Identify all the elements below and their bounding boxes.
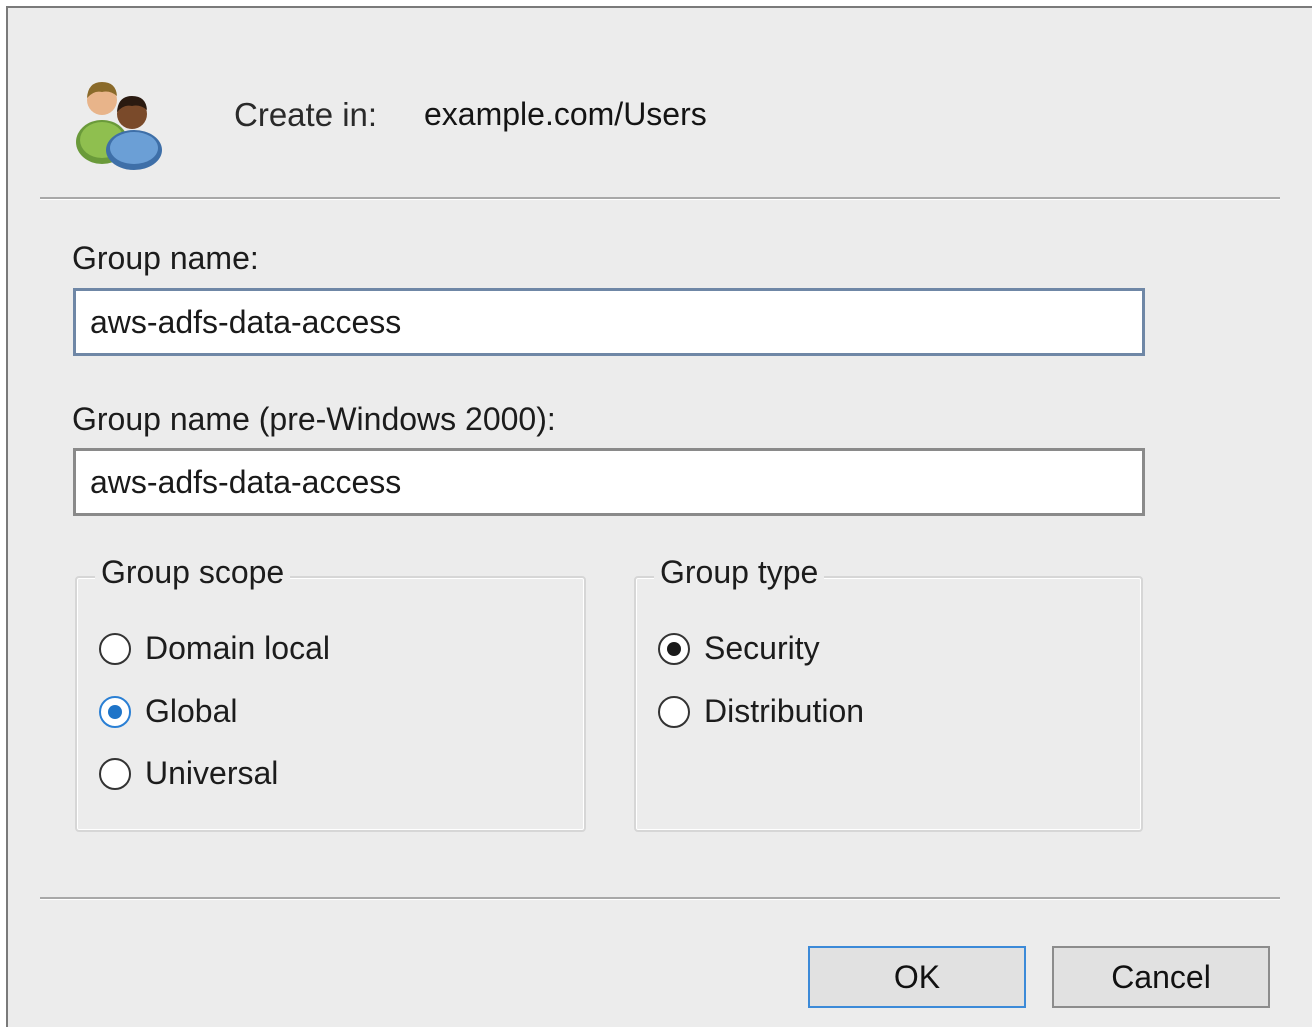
cancel-button[interactable]: Cancel [1052,946,1270,1008]
create-in-path: example.com/Users [424,96,707,132]
type-distribution-radio[interactable]: Distribution [658,693,864,730]
group-name-pre2000-input[interactable] [73,448,1145,516]
scope-universal-radio[interactable]: Universal [99,755,278,792]
radio-checked-icon [658,632,690,665]
scope-domain-local-radio[interactable]: Domain local [99,630,330,667]
scope-global-radio[interactable]: Global [99,693,238,730]
group-name-input[interactable] [73,288,1145,356]
footer-divider [40,897,1280,900]
radio-label: Distribution [704,693,865,729]
header-divider [40,197,1280,200]
radio-label: Domain local [145,630,330,666]
create-in-label: Create in: [234,96,378,133]
radio-unchecked-icon [99,632,131,665]
radio-label: Universal [145,755,279,791]
new-object-group-dialog: Create in: example.com/Users Group name:… [6,6,1312,1027]
group-scope-box: Group scope Domain local Global Universa… [75,554,586,832]
group-type-box: Group type Security Distribution [634,554,1143,832]
radio-unchecked-icon [99,757,131,790]
users-group-icon [72,70,172,170]
radio-label: Security [704,630,820,666]
group-type-title: Group type [654,554,825,591]
group-name-label: Group name: [72,240,259,276]
group-scope-title: Group scope [95,554,291,591]
ok-button[interactable]: OK [808,946,1026,1008]
radio-checked-icon [99,695,131,728]
type-security-radio[interactable]: Security [658,630,820,667]
radio-label: Global [145,693,238,729]
group-name-pre2000-label: Group name (pre-Windows 2000): [72,401,556,437]
radio-unchecked-icon [658,695,690,728]
